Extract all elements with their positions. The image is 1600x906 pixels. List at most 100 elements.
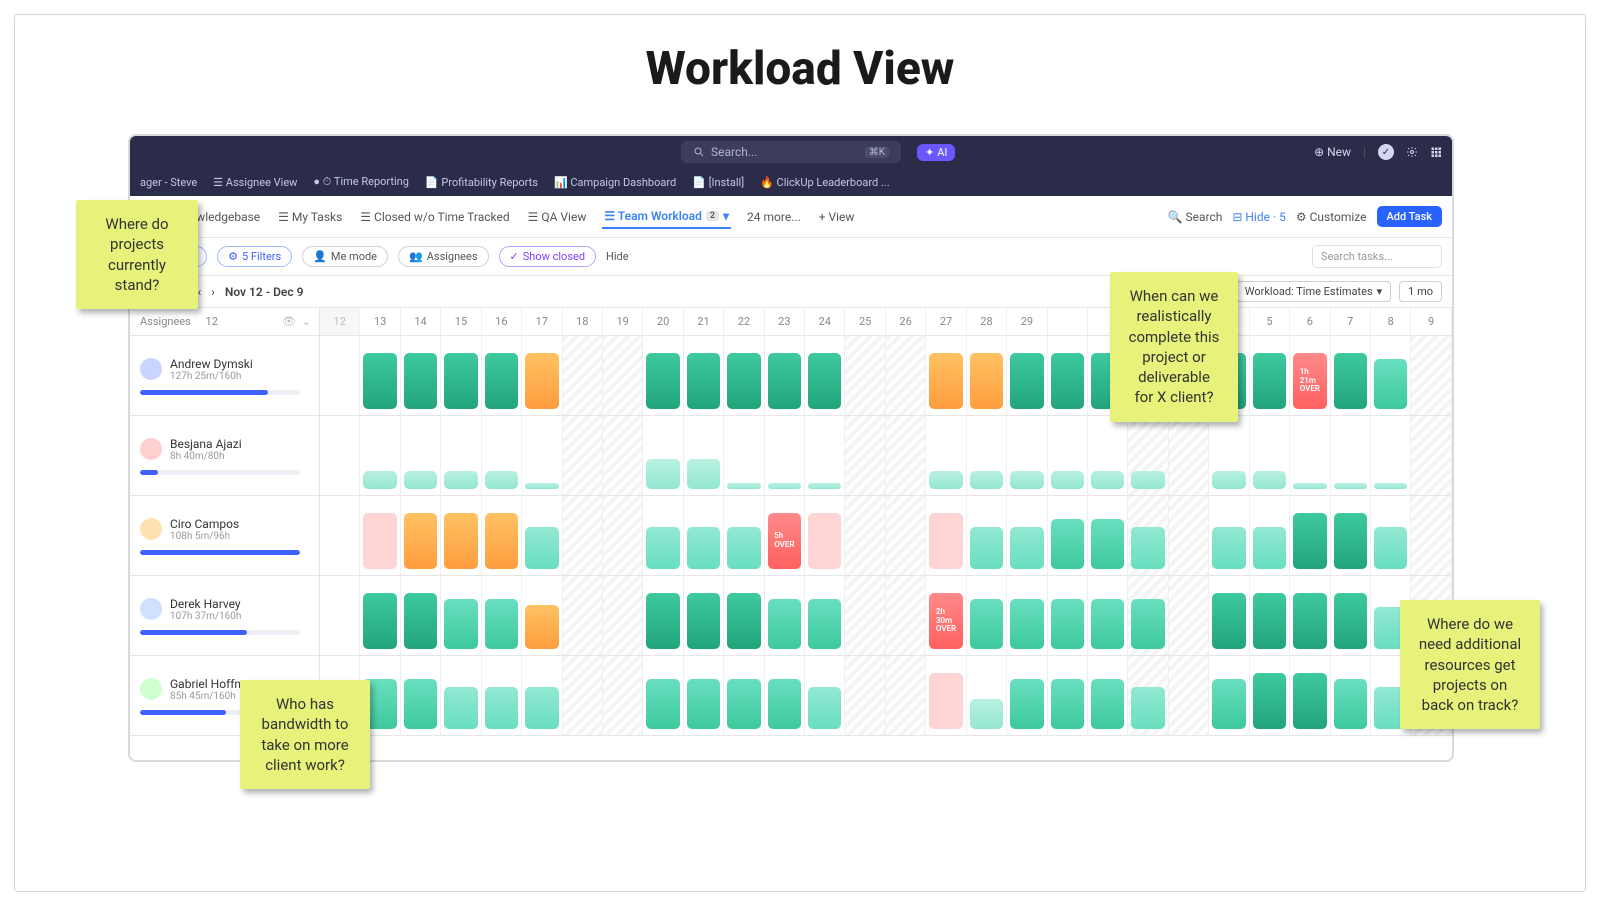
workload-cell[interactable] <box>684 496 724 575</box>
workload-cell[interactable] <box>482 496 522 575</box>
add-view[interactable]: + View <box>817 206 857 228</box>
filters-hide[interactable]: Hide <box>606 250 629 263</box>
workload-cell[interactable] <box>845 416 885 495</box>
workload-cell[interactable] <box>1371 336 1411 415</box>
workload-cell[interactable] <box>1209 496 1249 575</box>
workload-cell[interactable] <box>401 656 441 735</box>
workload-cell[interactable] <box>724 496 764 575</box>
workload-cell[interactable] <box>805 656 845 735</box>
workload-cell[interactable] <box>1088 656 1128 735</box>
workload-cell[interactable] <box>805 496 845 575</box>
workload-cell[interactable] <box>1128 496 1168 575</box>
workload-cell[interactable]: 5hOVER <box>765 496 805 575</box>
workload-cell[interactable] <box>401 496 441 575</box>
workload-cell[interactable] <box>320 336 360 415</box>
view-tab[interactable]: ☰ My Tasks <box>276 206 344 228</box>
workload-cell[interactable] <box>522 656 562 735</box>
workload-cell[interactable] <box>1169 656 1209 735</box>
workload-cell[interactable] <box>360 576 400 655</box>
workload-cell[interactable] <box>886 336 926 415</box>
workload-cell[interactable] <box>926 416 966 495</box>
workspace-tab[interactable]: 📊 Campaign Dashboard <box>554 176 676 189</box>
workload-cell[interactable] <box>320 576 360 655</box>
workload-cell[interactable] <box>401 336 441 415</box>
grid-icon[interactable] <box>1430 146 1442 158</box>
workload-cell[interactable] <box>1007 656 1047 735</box>
workload-cell[interactable] <box>1007 576 1047 655</box>
workspace-tab[interactable]: 📄 [Install] <box>692 176 744 189</box>
chip-assignees[interactable]: 👥 Assignees <box>398 246 489 267</box>
workload-cell[interactable] <box>563 416 603 495</box>
workspace-tab[interactable]: ☰ Assignee View <box>213 176 297 189</box>
workload-cell[interactable] <box>401 576 441 655</box>
workload-cell[interactable] <box>805 576 845 655</box>
workload-cell[interactable] <box>724 576 764 655</box>
customize-action[interactable]: ⚙ Customize <box>1296 210 1367 224</box>
workload-cell[interactable] <box>1411 416 1451 495</box>
workload-cell[interactable] <box>643 336 683 415</box>
workload-cell[interactable] <box>603 576 643 655</box>
workload-mode-dropdown[interactable]: Workload: Time Estimates ▾ <box>1236 281 1391 302</box>
workload-cell[interactable] <box>603 496 643 575</box>
workload-cell[interactable] <box>522 576 562 655</box>
workload-cell[interactable] <box>643 576 683 655</box>
workspace-tab[interactable]: ager - Steve <box>140 176 197 189</box>
workload-cell[interactable] <box>1331 656 1371 735</box>
workload-cell[interactable] <box>805 336 845 415</box>
workload-cell[interactable] <box>1250 656 1290 735</box>
assignee-cell[interactable]: Besjana Ajazi8h 40m/80h <box>130 416 320 495</box>
workload-cell[interactable] <box>765 576 805 655</box>
assignee-cell[interactable]: Ciro Campos108h 5m/96h <box>130 496 320 575</box>
workload-cell[interactable] <box>1128 576 1168 655</box>
workload-cell[interactable] <box>1290 496 1330 575</box>
workspace-tab[interactable]: ● ⏱ Time Reporting <box>313 175 409 189</box>
chip-me-mode[interactable]: 👤 Me mode <box>302 246 388 267</box>
workload-cell[interactable] <box>1250 576 1290 655</box>
workload-cell[interactable] <box>482 416 522 495</box>
more-views[interactable]: 24 more... <box>745 206 803 228</box>
visibility-icon[interactable]: 👁 <box>282 315 296 328</box>
workload-cell[interactable] <box>1007 416 1047 495</box>
workload-cell[interactable] <box>1007 496 1047 575</box>
workload-cell[interactable] <box>967 416 1007 495</box>
workload-cell[interactable] <box>603 336 643 415</box>
workload-cell[interactable] <box>1371 496 1411 575</box>
workload-cell[interactable] <box>1088 496 1128 575</box>
workload-cell[interactable] <box>522 336 562 415</box>
workload-cell[interactable] <box>1290 416 1330 495</box>
check-icon[interactable]: ✓ <box>1378 144 1394 160</box>
workload-cell[interactable] <box>441 336 481 415</box>
chip-filters[interactable]: ⚙ 5 Filters <box>217 246 292 267</box>
workload-cell[interactable] <box>1209 416 1249 495</box>
workload-cell[interactable] <box>967 496 1007 575</box>
workload-cell[interactable] <box>522 416 562 495</box>
view-tab[interactable]: ☰ Closed w/o Time Tracked <box>358 206 511 228</box>
view-tab[interactable]: ☰ QA View <box>526 206 589 228</box>
workload-cell[interactable] <box>765 656 805 735</box>
workload-cell[interactable] <box>603 656 643 735</box>
workload-cell[interactable] <box>1331 336 1371 415</box>
workload-cell[interactable] <box>684 416 724 495</box>
workload-cell[interactable] <box>684 576 724 655</box>
workload-cell[interactable] <box>360 336 400 415</box>
assignee-cell[interactable]: Derek Harvey107h 37m/160h <box>130 576 320 655</box>
workload-cell[interactable] <box>643 656 683 735</box>
workload-cell[interactable] <box>1088 416 1128 495</box>
workload-cell[interactable] <box>482 656 522 735</box>
workload-cell[interactable] <box>1169 576 1209 655</box>
workload-cell[interactable] <box>886 656 926 735</box>
workload-cell[interactable] <box>563 656 603 735</box>
hide-action[interactable]: ⊟ Hide · 5 <box>1232 210 1285 224</box>
workload-cell[interactable] <box>1290 656 1330 735</box>
workload-cell[interactable] <box>845 336 885 415</box>
task-search-input[interactable]: Search tasks... <box>1312 245 1442 268</box>
workload-cell[interactable] <box>886 496 926 575</box>
workload-cell[interactable] <box>441 416 481 495</box>
workload-cell[interactable] <box>1411 336 1451 415</box>
workload-cell[interactable] <box>724 416 764 495</box>
workload-cell[interactable] <box>1331 416 1371 495</box>
workload-cell[interactable] <box>1128 656 1168 735</box>
workload-cell[interactable] <box>522 496 562 575</box>
workload-cell[interactable] <box>320 496 360 575</box>
workload-cell[interactable] <box>1048 576 1088 655</box>
